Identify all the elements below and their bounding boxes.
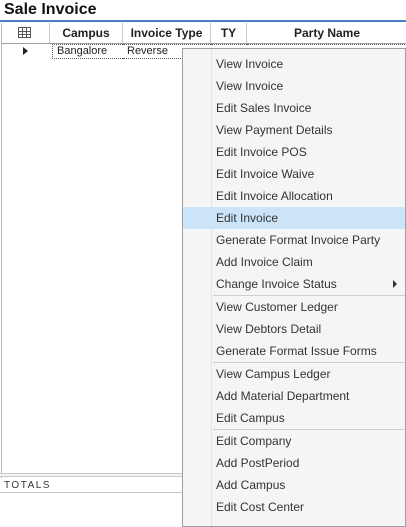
context-menu-items: View Invoice View Invoice Edit Sales Inv… xyxy=(183,53,405,518)
page-title: Sale Invoice xyxy=(4,1,97,18)
menu-item-view-invoice-2[interactable]: View Invoice xyxy=(183,75,405,97)
menu-item-view-customer-ledger[interactable]: View Customer Ledger xyxy=(183,296,405,318)
menu-item-edit-sales-invoice[interactable]: Edit Sales Invoice xyxy=(183,97,405,119)
menu-item-add-material-department[interactable]: Add Material Department xyxy=(183,385,405,407)
grid-icon xyxy=(18,27,31,38)
menu-item-edit-invoice[interactable]: Edit Invoice xyxy=(183,207,405,229)
sale-invoice-window: Sale Invoice Campus Invoice Type TY Part… xyxy=(0,0,406,527)
column-header-ty[interactable]: TY xyxy=(211,23,247,43)
column-header-campus[interactable]: Campus xyxy=(50,23,123,43)
menu-item-change-invoice-status[interactable]: Change Invoice Status xyxy=(183,273,405,295)
menu-item-generate-format-invoice-party[interactable]: Generate Format Invoice Party xyxy=(183,229,405,251)
menu-item-add-campus[interactable]: Add Campus xyxy=(183,474,405,496)
menu-item-generate-format-issue-forms[interactable]: Generate Format Issue Forms xyxy=(183,340,405,362)
context-menu: View Invoice View Invoice Edit Sales Inv… xyxy=(182,48,406,527)
row-indicator-icon xyxy=(23,47,28,55)
menu-item-edit-invoice-allocation[interactable]: Edit Invoice Allocation xyxy=(183,185,405,207)
menu-item-view-invoice[interactable]: View Invoice xyxy=(183,53,405,75)
title-underline xyxy=(0,20,406,22)
column-chooser-button[interactable] xyxy=(2,23,50,43)
menu-item-label: Change Invoice Status xyxy=(216,277,337,291)
menu-item-edit-invoice-pos[interactable]: Edit Invoice POS xyxy=(183,141,405,163)
menu-item-add-invoice-claim[interactable]: Add Invoice Claim xyxy=(183,251,405,273)
menu-item-view-payment-details[interactable]: View Payment Details xyxy=(183,119,405,141)
cell-campus[interactable]: Bangalore xyxy=(52,44,123,59)
submenu-arrow-icon xyxy=(393,280,397,288)
column-header-invoice-type[interactable]: Invoice Type xyxy=(123,23,211,43)
menu-item-edit-campus[interactable]: Edit Campus xyxy=(183,407,405,429)
grid-header: Campus Invoice Type TY Party Name xyxy=(2,23,406,44)
menu-item-view-campus-ledger[interactable]: View Campus Ledger xyxy=(183,363,405,385)
totals-label: TOTALS xyxy=(4,480,51,491)
menu-item-edit-invoice-waive[interactable]: Edit Invoice Waive xyxy=(183,163,405,185)
menu-item-edit-company[interactable]: Edit Company xyxy=(183,430,405,452)
menu-item-view-debtors-detail[interactable]: View Debtors Detail xyxy=(183,318,405,340)
column-header-party-name[interactable]: Party Name xyxy=(247,23,406,43)
row-selector[interactable] xyxy=(2,44,50,59)
menu-item-add-postperiod[interactable]: Add PostPeriod xyxy=(183,452,405,474)
menu-item-edit-cost-center[interactable]: Edit Cost Center xyxy=(183,496,405,518)
